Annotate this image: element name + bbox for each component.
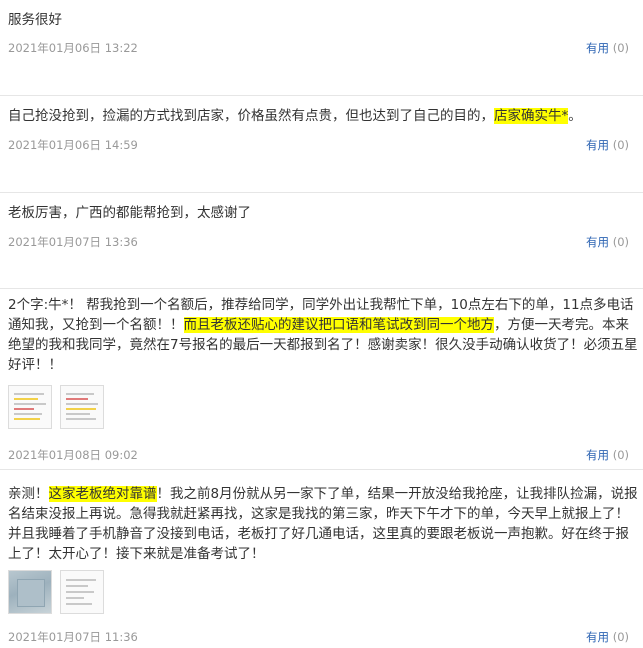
review-highlight: 而且老板还贴心的建议把口语和笔试改到同一个地方 — [183, 317, 494, 333]
helpful-count: (0) — [612, 41, 629, 55]
review-image-thumbnail[interactable] — [60, 385, 104, 429]
review-item: 2个字:牛*！ 帮我抢到一个名额后，推荐给同学，同学外出让我帮忙下单，10点左右… — [0, 289, 643, 470]
review-date: 2021年01月06日 14:59 — [8, 138, 138, 152]
review-text-segment: 。 — [568, 108, 582, 124]
review-item: 自己抢没抢到，捡漏的方式找到店家，价格虽然有点贵，但也达到了自己的目的，店家确实… — [0, 96, 643, 193]
review-image-thumbnail[interactable] — [60, 570, 104, 614]
helpful-button[interactable]: 有用 — [586, 41, 609, 55]
review-text-segment: 亲测！ — [8, 486, 49, 502]
review-item: 服务很好 2021年01月06日 13:22 有用 (0) — [0, 0, 643, 96]
review-item: 亲测！这家老板绝对靠谱！我之前8月份就从另一家下了单，结果一开放没给我抢座，让我… — [0, 470, 643, 648]
helpful-area: 有用 (0) — [586, 629, 629, 645]
helpful-area: 有用 (0) — [586, 137, 629, 153]
review-text: 2个字:牛*！ 帮我抢到一个名额后，推荐给同学，同学外出让我帮忙下单，10点左右… — [8, 295, 638, 375]
review-date: 2021年01月07日 13:36 — [8, 235, 138, 249]
helpful-area: 有用 (0) — [586, 40, 629, 56]
review-image-thumbnail[interactable] — [8, 385, 52, 429]
review-text: 老板厉害，广西的都能帮抢到，太感谢了 — [8, 203, 638, 223]
review-text-segment: 老板厉害，广西的都能帮抢到，太感谢了 — [8, 205, 251, 221]
helpful-area: 有用 (0) — [586, 447, 629, 463]
review-images — [8, 570, 104, 614]
helpful-count: (0) — [612, 630, 629, 644]
helpful-count: (0) — [612, 235, 629, 249]
review-text: 服务很好 — [8, 10, 638, 30]
review-text-segment: 服务很好 — [8, 12, 62, 28]
helpful-area: 有用 (0) — [586, 234, 629, 250]
helpful-button[interactable]: 有用 — [586, 138, 609, 152]
review-highlight: 这家老板绝对靠谱 — [48, 486, 157, 502]
review-text-segment: 自己抢没抢到，捡漏的方式找到店家，价格虽然有点贵，但也达到了自己的目的， — [8, 108, 494, 124]
review-images — [8, 385, 104, 429]
helpful-count: (0) — [612, 138, 629, 152]
review-date: 2021年01月08日 09:02 — [8, 448, 138, 462]
review-highlight: 店家确实牛* — [494, 108, 569, 124]
review-image-thumbnail[interactable] — [8, 570, 52, 614]
helpful-button[interactable]: 有用 — [586, 448, 609, 462]
review-item: 老板厉害，广西的都能帮抢到，太感谢了 2021年01月07日 13:36 有用 … — [0, 193, 643, 289]
review-text: 自己抢没抢到，捡漏的方式找到店家，价格虽然有点贵，但也达到了自己的目的，店家确实… — [8, 106, 638, 126]
helpful-button[interactable]: 有用 — [586, 235, 609, 249]
review-text: 亲测！这家老板绝对靠谱！我之前8月份就从另一家下了单，结果一开放没给我抢座，让我… — [8, 484, 638, 564]
helpful-button[interactable]: 有用 — [586, 630, 609, 644]
review-date: 2021年01月06日 13:22 — [8, 41, 138, 55]
helpful-count: (0) — [612, 448, 629, 462]
review-date: 2021年01月07日 11:36 — [8, 630, 138, 644]
